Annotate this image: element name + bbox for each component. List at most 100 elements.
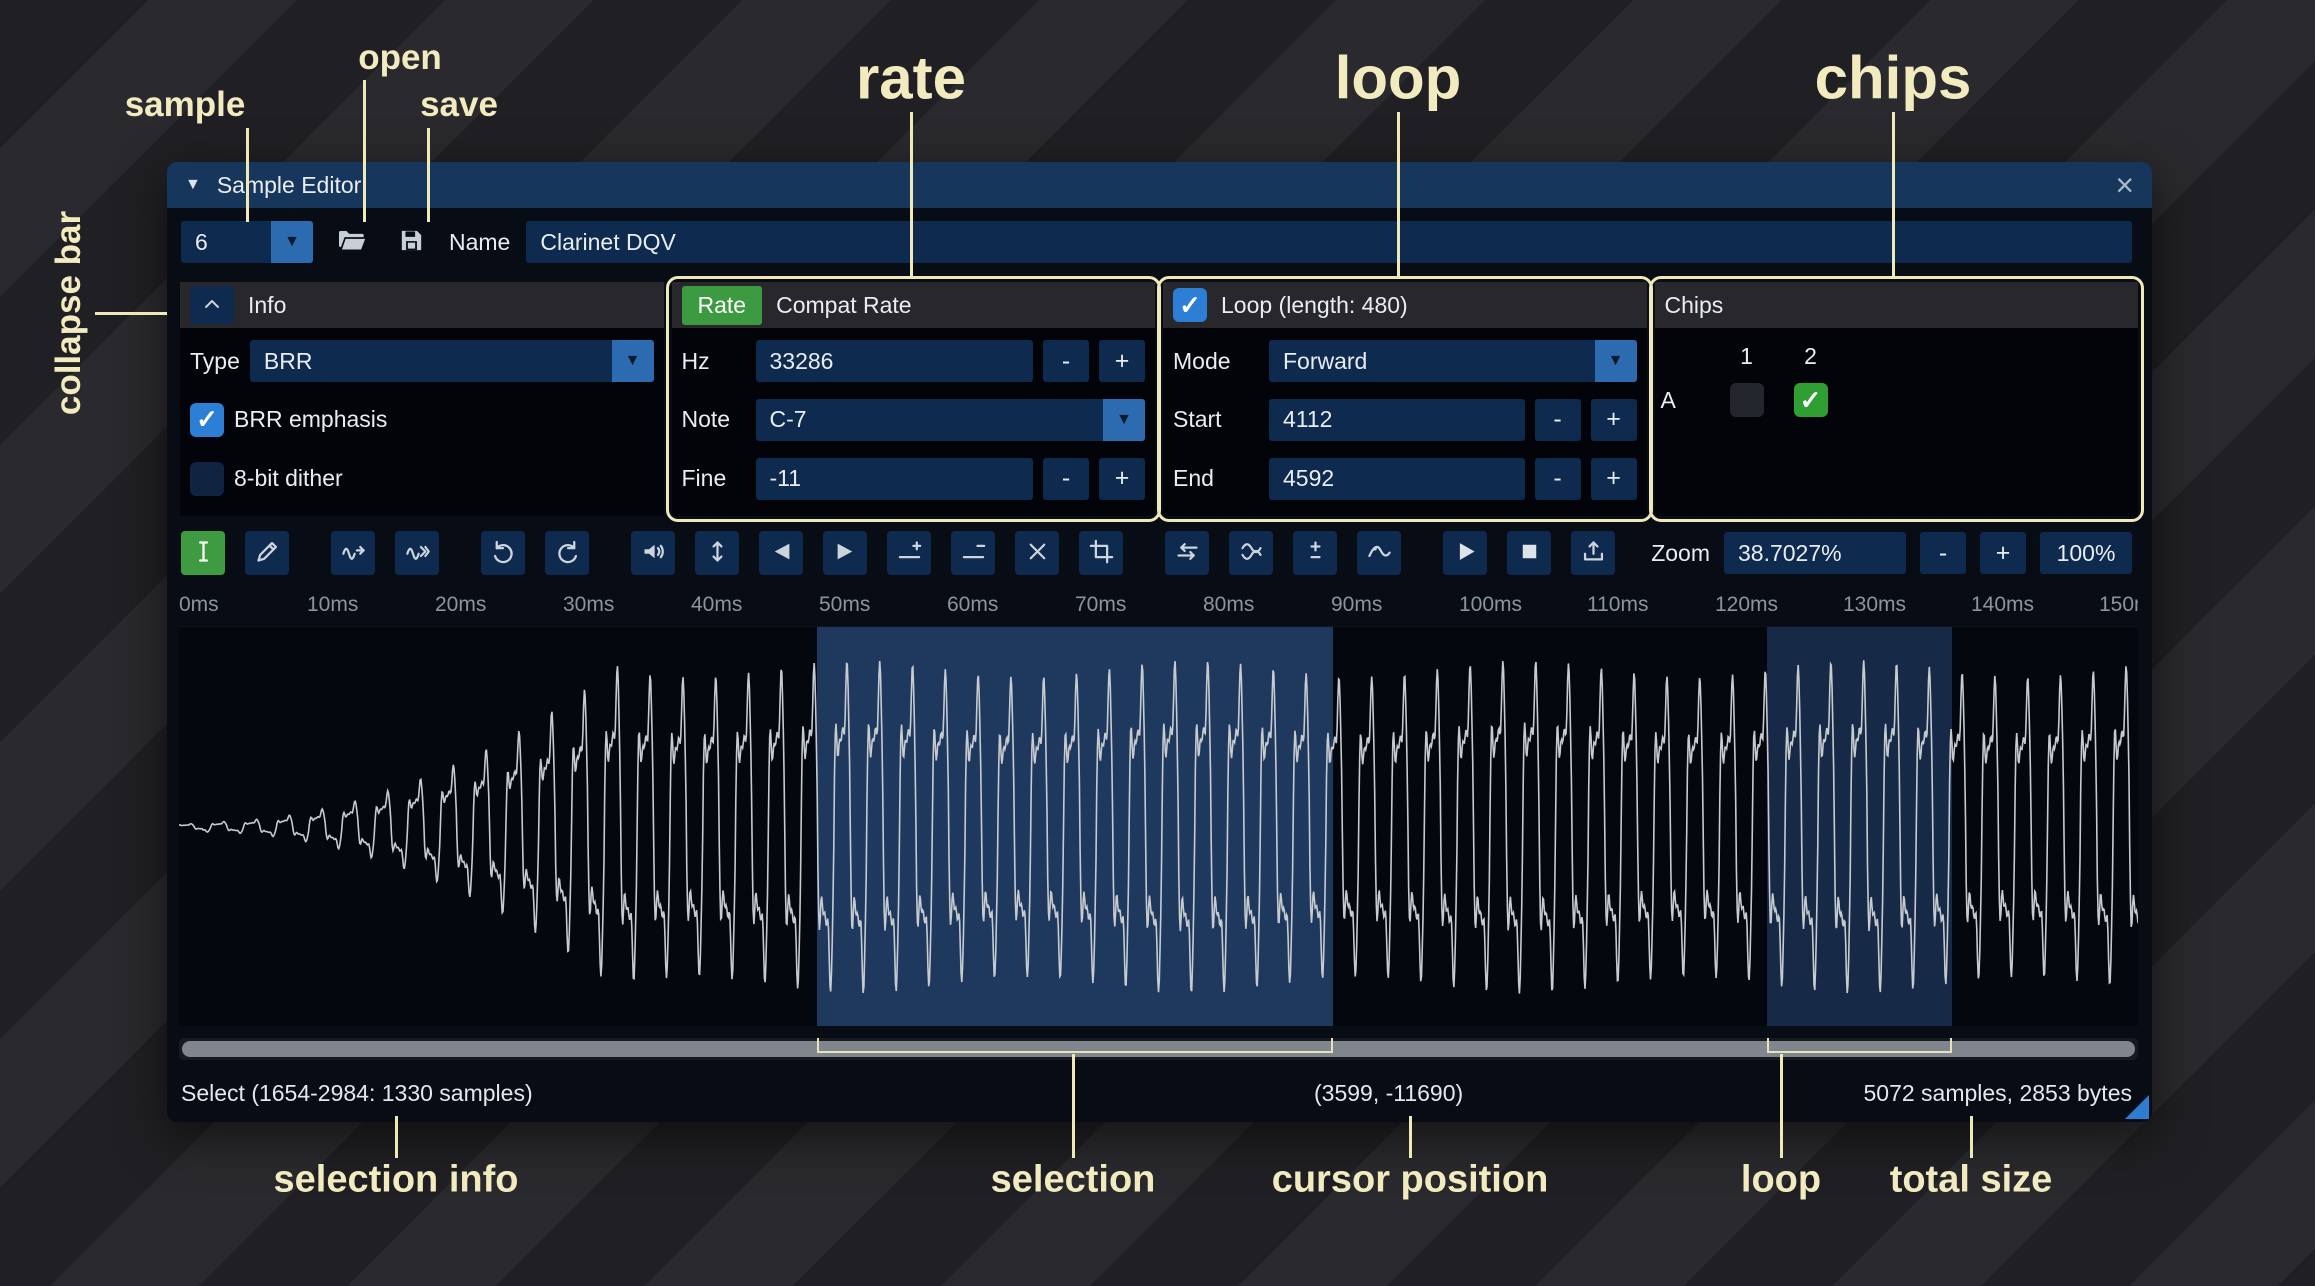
normalize-icon [704, 538, 731, 568]
ruler-tick: 20ms [435, 593, 563, 617]
filter-button[interactable] [1357, 531, 1401, 575]
draw-button[interactable] [245, 531, 289, 575]
sample-select-dropdown[interactable]: 6 ▼ [181, 221, 313, 263]
loop-enable-checkbox[interactable]: ✓ [1173, 288, 1207, 322]
loop-mode-dropdown[interactable]: Forward ▼ [1269, 340, 1637, 382]
sign-button[interactable] [1293, 531, 1337, 575]
apply-silence-button[interactable] [951, 531, 995, 575]
insert-silence-button[interactable] [887, 531, 931, 575]
window-collapse-icon[interactable]: ▼ [185, 176, 201, 194]
annotation-save: save [420, 85, 498, 125]
amplify-button[interactable] [631, 531, 675, 575]
info-header-label: Info [248, 292, 286, 319]
zoom-out-button[interactable]: - [1920, 532, 1966, 574]
page-background: ▼ Sample Editor × 6 ▼ [0, 0, 2315, 1286]
annotation-chips: chips [1815, 44, 1972, 113]
fine-input[interactable]: -11 [756, 458, 1034, 500]
invert-button[interactable] [1229, 531, 1273, 575]
close-button[interactable]: × [2115, 169, 2134, 201]
stop-icon [1516, 538, 1543, 568]
resize-button[interactable] [331, 531, 375, 575]
annotation-sample: sample [125, 85, 246, 125]
ruler-tick: 130ms [1843, 593, 1971, 617]
resize-grip[interactable] [2125, 1095, 2149, 1119]
ruler-tick: 50ms [819, 593, 947, 617]
type-dropdown[interactable]: BRR ▼ [250, 340, 654, 382]
rate-toggle-button[interactable]: Rate [682, 286, 763, 325]
note-dropdown[interactable]: C-7 ▼ [756, 399, 1146, 441]
hz-value: 33286 [770, 348, 834, 375]
cursor-position-text: (3599, -11690) [1314, 1080, 1463, 1107]
title-bar[interactable]: ▼ Sample Editor × [167, 162, 2152, 208]
resample-wave-icon [404, 538, 431, 568]
undo-button[interactable] [481, 531, 525, 575]
waveform-plot [179, 627, 2138, 1027]
note-label: Note [682, 406, 746, 433]
loop-end-plus-button[interactable]: + [1591, 458, 1637, 500]
zoom-value-input[interactable]: 38.7027% [1724, 532, 1906, 574]
redo-icon [554, 538, 581, 568]
play-icon [1452, 538, 1479, 568]
ibeam-cursor-icon [190, 538, 217, 568]
loop-mode-value: Forward [1269, 340, 1595, 382]
annotation-rate: rate [856, 44, 966, 113]
chip-1-checkbox[interactable] [1730, 383, 1764, 417]
sample-toolbar: Zoom 38.7027% - + 100% [181, 528, 2132, 578]
zoom-in-button[interactable]: + [1980, 532, 2026, 574]
import-button[interactable] [1571, 531, 1615, 575]
chevron-down-icon: ▼ [1595, 340, 1637, 382]
hz-plus-button[interactable]: + [1099, 340, 1145, 382]
delete-x-icon [1024, 538, 1051, 568]
fine-minus-button[interactable]: - [1043, 458, 1089, 500]
dither-checkbox[interactable] [190, 462, 224, 496]
reverse-button[interactable] [1165, 531, 1209, 575]
scrollbar-thumb[interactable] [182, 1041, 2135, 1057]
name-label: Name [449, 229, 510, 256]
loop-start-minus-button[interactable]: - [1535, 399, 1581, 441]
loop-section: ✓ Loop (length: 480) Mode Forward ▼ Star… [1163, 282, 1647, 516]
collapse-info-button[interactable] [190, 286, 234, 324]
type-value: BRR [250, 340, 612, 382]
name-input[interactable]: Clarinet DQV [526, 221, 2132, 263]
hz-minus-button[interactable]: - [1043, 340, 1089, 382]
fade-out-button[interactable] [823, 531, 867, 575]
waveform-view[interactable] [179, 626, 2138, 1026]
select-button[interactable] [181, 531, 225, 575]
loop-end-input[interactable]: 4592 [1269, 458, 1525, 500]
chip-2-checkbox[interactable]: ✓ [1794, 383, 1828, 417]
fade-in-button[interactable] [759, 531, 803, 575]
check-icon: ✓ [1800, 385, 1822, 416]
loop-end-label: End [1173, 465, 1259, 492]
redo-button[interactable] [545, 531, 589, 575]
resample-button[interactable] [395, 531, 439, 575]
play-button[interactable] [1443, 531, 1487, 575]
info-collapse-bar[interactable]: Info [180, 282, 664, 328]
zoom-reset-button[interactable]: 100% [2040, 532, 2132, 574]
save-button[interactable] [389, 220, 433, 264]
delete-button[interactable] [1015, 531, 1059, 575]
fine-plus-button[interactable]: + [1099, 458, 1145, 500]
annotation-line-total-size [1970, 1116, 1973, 1158]
annotation-selection-info: selection info [274, 1159, 519, 1202]
chips-section: Chips 1 2 A ✓ [1655, 282, 2139, 516]
zoom-label: Zoom [1651, 540, 1710, 567]
fade-out-icon [832, 538, 859, 568]
chip-row-a-label: A [1661, 387, 1715, 414]
hz-input[interactable]: 33286 [756, 340, 1034, 382]
loop-start-input[interactable]: 4112 [1269, 399, 1525, 441]
chevron-down-icon: ▼ [1103, 399, 1145, 441]
normalize-button[interactable] [695, 531, 739, 575]
time-ruler[interactable]: 0ms 10ms 20ms 30ms 40ms 50ms 60ms 70ms 8… [179, 586, 2138, 624]
mode-label: Mode [1173, 348, 1259, 375]
stop-button[interactable] [1507, 531, 1551, 575]
ruler-tick: 30ms [563, 593, 691, 617]
brr-emphasis-checkbox[interactable]: ✓ [190, 403, 224, 437]
chevron-down-icon: ▼ [612, 340, 654, 382]
loop-start-plus-button[interactable]: + [1591, 399, 1637, 441]
loop-end-minus-button[interactable]: - [1535, 458, 1581, 500]
waveform-scrollbar[interactable] [179, 1038, 2138, 1060]
trim-button[interactable] [1079, 531, 1123, 575]
fine-value: -11 [770, 465, 802, 492]
chip-column-2-label: 2 [1779, 343, 1843, 370]
open-button[interactable] [329, 220, 373, 264]
